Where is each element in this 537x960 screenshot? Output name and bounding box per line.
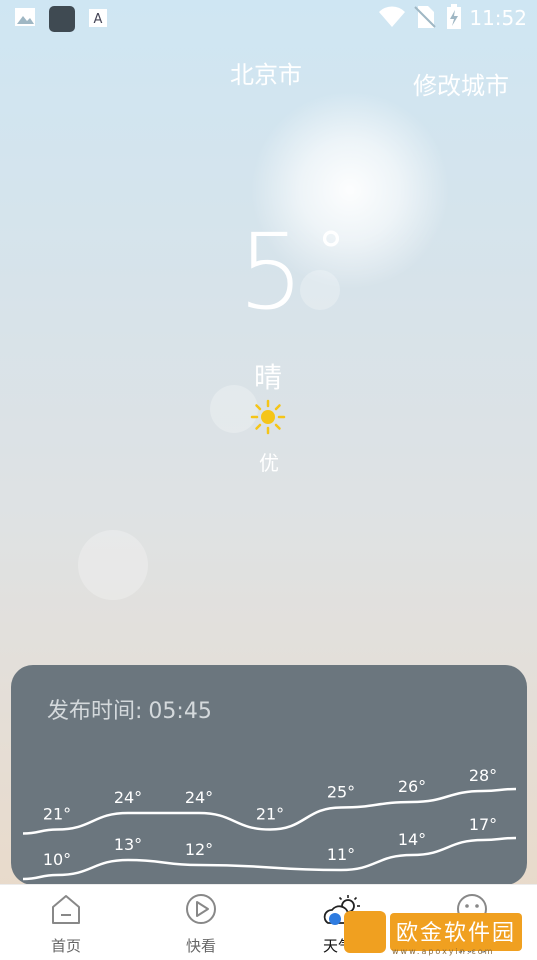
low-temp-label: 10° (43, 850, 71, 869)
high-temp-label: 26° (398, 777, 426, 796)
nav-item-home[interactable]: 首页 (26, 885, 106, 960)
high-temp-label: 24° (185, 788, 213, 807)
high-temp-label: 24° (114, 788, 142, 807)
low-temp-label: 11° (327, 845, 355, 864)
high-temp-label: 21° (43, 805, 71, 824)
wifi-icon (379, 6, 405, 28)
watermark-badge (344, 911, 386, 953)
temperature-chart: 21° 24° 24° 21° 25° 26° 28° 10° 13° 12° 11° 14° 17° (22, 766, 517, 881)
current-temperature: 5 (238, 211, 305, 333)
status-bar: A 11:52 (0, 0, 537, 34)
watermark-url: www.apoxyin.com (392, 947, 495, 956)
high-temp-label: 28° (469, 766, 497, 785)
forecast-card: 发布时间: 05:45 21° 24° 24° 21° 25° 26° 28° 10° 13° 12… (11, 665, 527, 885)
sun-icon (250, 399, 286, 435)
app-notification-icon (49, 6, 75, 32)
high-temp-label: 25° (327, 783, 355, 802)
nav-label-kuaikan: 快看 (185, 937, 216, 955)
low-temp-label: 12° (185, 840, 213, 859)
play-icon (186, 894, 216, 924)
low-temp-label: 13° (114, 835, 142, 854)
low-temp-label: 17° (469, 815, 497, 834)
low-temp-line (22, 836, 517, 881)
nav-label-home: 首页 (50, 937, 81, 955)
svg-text:A: A (94, 12, 103, 27)
city-name: 北京市 (230, 61, 302, 89)
weather-condition: 晴 (254, 361, 283, 394)
edit-city-button[interactable]: 修改城市 (413, 66, 509, 101)
watermark-text: 欧金软件园 (390, 913, 523, 951)
high-temp-label: 21° (256, 805, 284, 824)
battery-charging-icon (447, 4, 461, 29)
no-sim-icon (414, 6, 436, 28)
nav-item-kuaikan[interactable]: 快看 (161, 885, 241, 960)
degree-symbol: ° (318, 222, 344, 282)
status-time: 11:52 (469, 6, 527, 30)
air-quality-label: 优 (259, 451, 279, 475)
font-notification-icon: A (89, 9, 107, 27)
lens-flare (78, 530, 148, 600)
watermark-logo: 欧金软件园 www.apoxyin.com (344, 907, 532, 956)
low-temp-label: 14° (398, 830, 426, 849)
image-notification-icon (15, 8, 35, 26)
home-icon (52, 895, 80, 924)
